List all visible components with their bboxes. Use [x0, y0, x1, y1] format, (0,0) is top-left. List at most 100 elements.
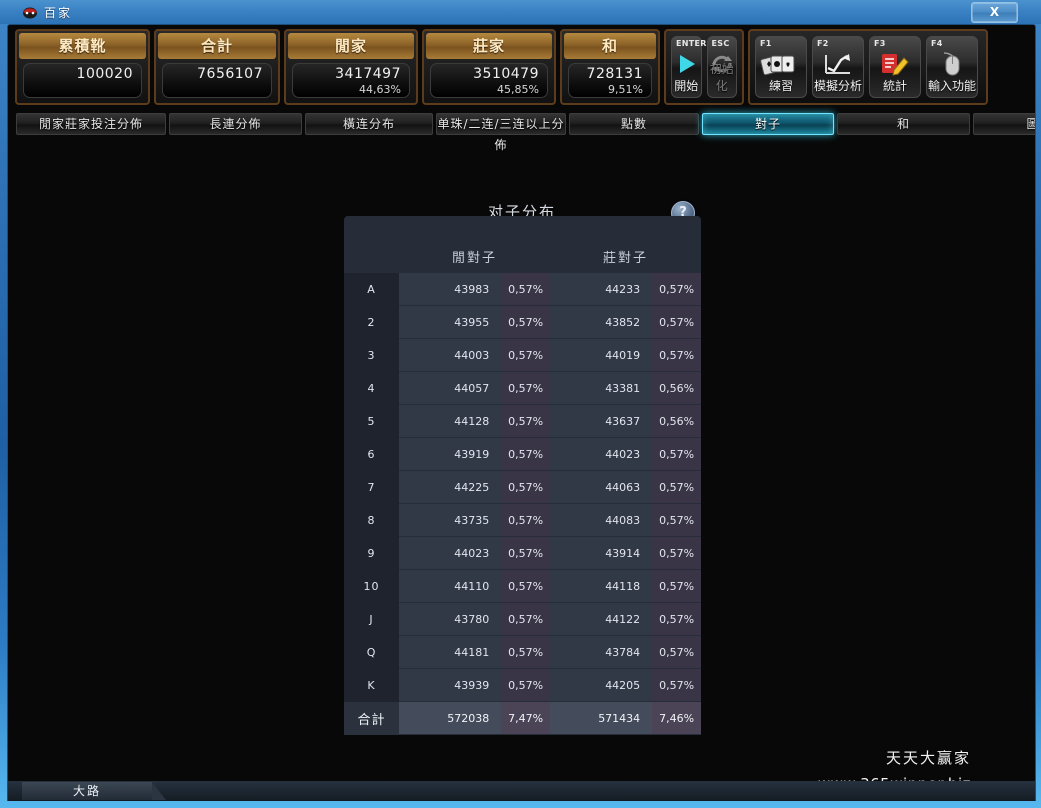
row-label: 9 — [344, 536, 400, 570]
column-header-banker-pair: 莊對子 — [603, 250, 649, 266]
row-label: 3 — [344, 338, 400, 372]
table-header-row: 閒對子 莊對子 — [344, 239, 701, 273]
button-label: 開始 — [674, 79, 699, 93]
player-percent: 0,57% — [501, 273, 551, 306]
simulation-analysis-button[interactable]: F2 模擬分析 — [812, 36, 864, 98]
player-percent: 0,57% — [501, 305, 551, 339]
stat-value: 7656107 — [197, 66, 263, 82]
stat-value-panel: 728131 9,51% — [568, 63, 652, 98]
banker-percent: 0,57% — [652, 668, 701, 702]
table-row: K 43939 0,57% 44205 0,57% — [344, 668, 701, 702]
player-percent: 0,57% — [501, 404, 551, 438]
row-label: 6 — [344, 437, 400, 471]
column-header-player-pair: 閒對子 — [452, 250, 498, 266]
player-percent: 0,57% — [501, 470, 551, 504]
stat-label: 累積靴 — [19, 33, 146, 59]
player-count: 44225 — [399, 470, 502, 504]
banker-percent: 0,57% — [652, 437, 701, 471]
row-label: Q — [344, 635, 400, 669]
player-count: 43939 — [399, 668, 502, 702]
shortcut-key: F3 — [874, 39, 886, 48]
stat-label: 和 — [564, 33, 656, 59]
main-stage: 累積靴 100020 合計 7656107 閒家 3417497 44,63% — [7, 24, 1036, 783]
player-count: 44128 — [399, 404, 502, 438]
player-count: 44181 — [399, 635, 502, 669]
row-label: 8 — [344, 503, 400, 537]
tab-player-banker-bet-distribution[interactable]: 閒家莊家投注分佈 — [16, 113, 166, 135]
corner-cell — [344, 239, 399, 273]
stat-value-panel: 3510479 45,85% — [430, 63, 548, 98]
start-button[interactable]: ENTER 開始 — [671, 36, 706, 98]
pairs-distribution-table: 閒對子 莊對子 A 43983 0,57% 44233 0,57% 2 43955 0,57… — [344, 239, 701, 735]
banker-count: 44083 — [550, 503, 653, 537]
table-row: 10 44110 0,57% 44118 0,57% — [344, 569, 701, 603]
stat-value-panel: 7656107 — [162, 63, 272, 98]
banker-count: 43914 — [550, 536, 653, 570]
practice-button[interactable]: F1 練習 — [755, 36, 807, 98]
player-count: 43983 — [399, 273, 502, 306]
banker-count: 44205 — [550, 668, 653, 702]
player-count: 43735 — [399, 503, 502, 537]
table-row: 3 44003 0,57% 44019 0,57% — [344, 338, 701, 372]
stat-value-panel: 100020 — [23, 63, 142, 98]
stat-value: 3417497 — [335, 66, 401, 82]
banker-count: 44063 — [550, 470, 653, 504]
button-label: 初始化 — [709, 62, 734, 93]
player-percent: 0,57% — [501, 668, 551, 702]
tab-single-double-triple-distribution[interactable]: 单珠/二连/三连以上分佈 — [436, 113, 566, 152]
stat-box-player: 閒家 3417497 44,63% — [284, 29, 418, 105]
player-count: 44023 — [399, 536, 502, 570]
control-group-functions: F1 練習 F2 模擬分析 F3 統計 F4 輸入功能 — [748, 29, 988, 105]
button-label: 輸入功能 — [927, 79, 976, 93]
player-count: 44003 — [399, 338, 502, 372]
top-stat-bar: 累積靴 100020 合計 7656107 閒家 3417497 44,63% — [15, 29, 1030, 107]
tab-horizontal-streak-distribution[interactable]: 橫连分布 — [305, 113, 433, 135]
control-group-run: ENTER 開始 ESC 初始化 — [664, 29, 744, 105]
row-label: 5 — [344, 404, 400, 438]
player-percent: 0,57% — [501, 569, 551, 603]
stat-label: 閒家 — [288, 33, 414, 59]
tab-pairs[interactable]: 對子 — [702, 113, 834, 135]
table-row: Q 44181 0,57% 43784 0,57% — [344, 635, 701, 669]
player-percent: 0,57% — [501, 437, 551, 471]
table-row: 6 43919 0,57% 44023 0,57% — [344, 437, 701, 471]
tab-long-streak-distribution[interactable]: 長連分佈 — [169, 113, 302, 135]
banker-percent: 0,57% — [652, 602, 701, 636]
row-label: 2 — [344, 305, 400, 339]
player-count: 43955 — [399, 305, 502, 339]
stat-label: 莊家 — [426, 33, 552, 59]
summary-player-count: 572038 — [399, 701, 502, 735]
banker-percent: 0,57% — [652, 273, 701, 306]
statistics-button[interactable]: F3 統計 — [869, 36, 921, 98]
row-label: 4 — [344, 371, 400, 405]
stat-value: 728131 — [586, 66, 643, 82]
button-label: 模擬分析 — [813, 79, 862, 93]
banker-count: 43381 — [550, 371, 653, 405]
tab-graph[interactable]: 圖形 — [973, 113, 1035, 135]
banker-count: 44019 — [550, 338, 653, 372]
banker-count: 44122 — [550, 602, 653, 636]
row-label: 10 — [344, 569, 400, 603]
tab-points[interactable]: 點數 — [569, 113, 699, 135]
row-label: 7 — [344, 470, 400, 504]
banker-percent: 0,57% — [652, 635, 701, 669]
banker-percent: 0,57% — [652, 305, 701, 339]
player-percent: 0,57% — [501, 536, 551, 570]
shortcut-key: F2 — [817, 39, 829, 48]
row-label: K — [344, 668, 400, 702]
banker-count: 44118 — [550, 569, 653, 603]
table-row: 5 44128 0,57% 43637 0,56% — [344, 404, 701, 438]
table-row: 9 44023 0,57% 43914 0,57% — [344, 536, 701, 570]
shortcut-key: ESC — [711, 39, 730, 48]
input-function-button[interactable]: F4 輸入功能 — [926, 36, 978, 98]
tab-tie[interactable]: 和 — [837, 113, 970, 135]
shortcut-key: F4 — [931, 39, 943, 48]
table-row: 7 44225 0,57% 44063 0,57% — [344, 470, 701, 504]
banker-count: 44023 — [550, 437, 653, 471]
close-button[interactable]: X — [971, 2, 1018, 23]
reset-button[interactable]: ESC 初始化 — [706, 36, 737, 98]
player-percent: 0,57% — [501, 602, 551, 636]
bottom-tab-big-road[interactable]: 大路 — [22, 782, 166, 800]
player-count: 44110 — [399, 569, 502, 603]
banker-percent: 0,56% — [652, 404, 701, 438]
